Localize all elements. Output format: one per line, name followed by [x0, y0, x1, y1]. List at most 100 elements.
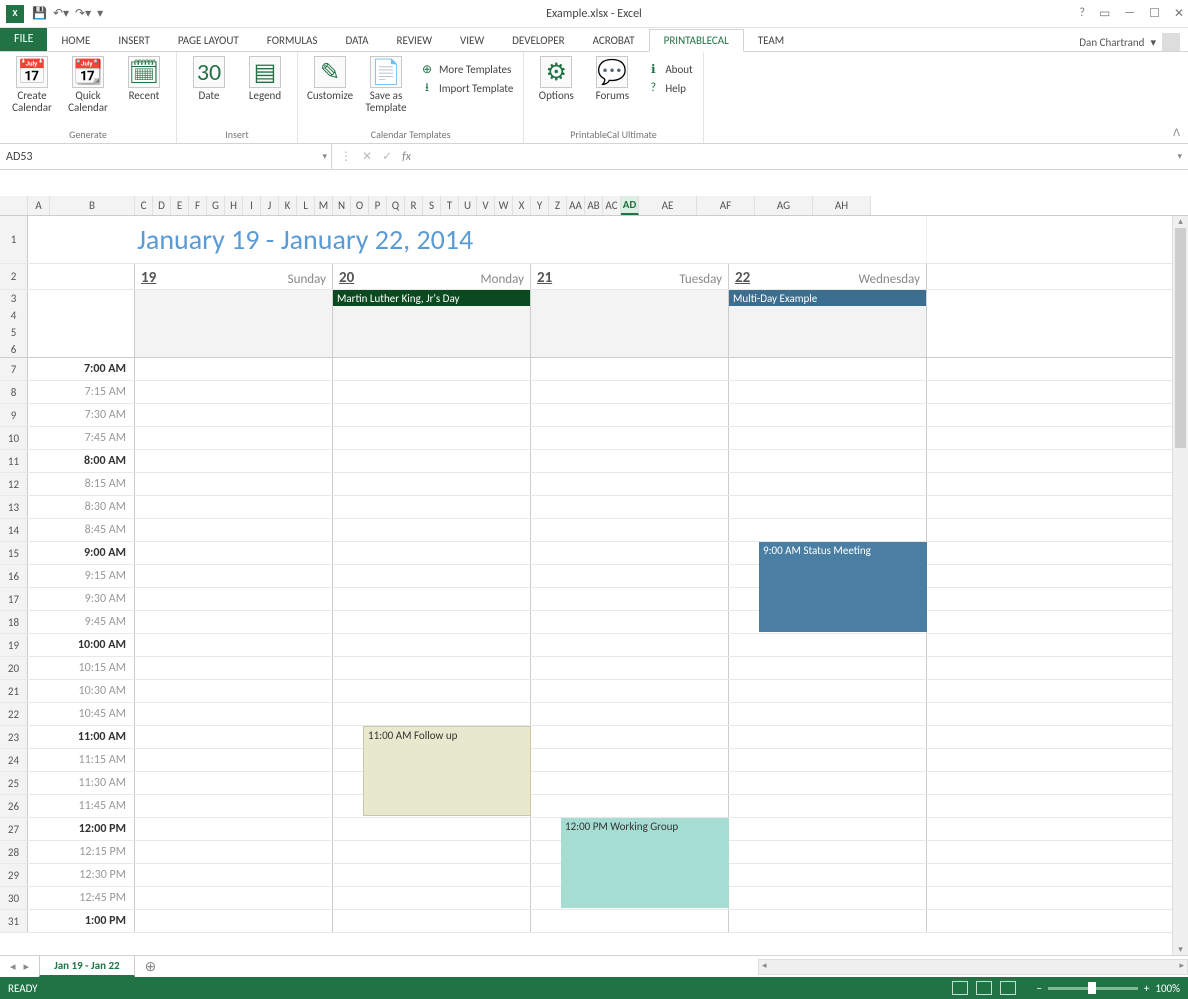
row-header[interactable]: 15 [0, 542, 28, 564]
time-cell[interactable] [729, 358, 927, 380]
time-cell[interactable] [531, 496, 729, 518]
time-cell[interactable] [531, 519, 729, 541]
row-header[interactable]: 18 [0, 611, 28, 633]
account-user[interactable]: Dan Chartrand ▾ [1079, 33, 1188, 51]
row-header[interactable]: 14 [0, 519, 28, 541]
time-cell[interactable] [729, 680, 927, 702]
confirm-icon[interactable]: ✓ [382, 149, 392, 164]
allday-cell[interactable] [729, 341, 927, 357]
zoom-in-icon[interactable]: + [1144, 982, 1149, 995]
allday-cell[interactable]: Martin Luther King, Jr's Day [333, 290, 531, 307]
time-cell[interactable] [135, 887, 333, 909]
time-cell[interactable] [333, 634, 531, 656]
scroll-right-icon[interactable]: ▸ [1176, 960, 1187, 971]
calendar-event[interactable]: 12:00 PM Working Group [561, 818, 729, 908]
page-layout-view-icon[interactable] [976, 981, 992, 995]
time-cell[interactable] [333, 680, 531, 702]
col-header-I[interactable]: I [243, 196, 261, 215]
row-header[interactable]: 7 [0, 358, 28, 380]
col-header-AH[interactable]: AH [813, 196, 871, 215]
time-cell[interactable] [333, 450, 531, 472]
time-cell[interactable] [135, 588, 333, 610]
time-cell[interactable] [135, 772, 333, 794]
time-cell[interactable] [135, 841, 333, 863]
time-cell[interactable] [333, 611, 531, 633]
qat-customize-icon[interactable]: ▾ [97, 6, 103, 21]
allday-cell[interactable] [729, 307, 927, 324]
time-cell[interactable] [729, 772, 927, 794]
col-header-U[interactable]: U [459, 196, 477, 215]
time-cell[interactable] [729, 450, 927, 472]
col-header-AC[interactable]: AC [603, 196, 621, 215]
import-template-button[interactable]: ⭳Import Template [416, 79, 517, 97]
time-cell[interactable] [135, 795, 333, 817]
col-header-AE[interactable]: AE [639, 196, 697, 215]
row-header[interactable]: 2 [0, 264, 28, 289]
tab-team[interactable]: TEAM [744, 30, 798, 51]
row-header[interactable]: 3 [0, 290, 28, 307]
col-header-K[interactable]: K [279, 196, 297, 215]
row-header[interactable]: 16 [0, 565, 28, 587]
close-icon[interactable]: ✕ [1174, 6, 1184, 21]
row-header[interactable]: 23 [0, 726, 28, 748]
time-cell[interactable] [135, 634, 333, 656]
allday-cell[interactable] [531, 341, 729, 357]
col-header-F[interactable]: F [189, 196, 207, 215]
time-cell[interactable] [531, 749, 729, 771]
time-cell[interactable] [531, 910, 729, 932]
time-cell[interactable] [135, 864, 333, 886]
col-header-J[interactable]: J [261, 196, 279, 215]
time-cell[interactable] [135, 450, 333, 472]
allday-cell[interactable] [531, 290, 729, 307]
col-header-T[interactable]: T [441, 196, 459, 215]
allday-event[interactable]: Multi-Day Example [729, 290, 926, 306]
row-header[interactable]: 31 [0, 910, 28, 932]
col-header-AA[interactable]: AA [567, 196, 585, 215]
time-cell[interactable] [729, 703, 927, 725]
about-button[interactable]: ℹAbout [642, 60, 696, 78]
time-cell[interactable] [729, 841, 927, 863]
time-cell[interactable] [729, 657, 927, 679]
time-cell[interactable] [531, 381, 729, 403]
time-cell[interactable] [729, 795, 927, 817]
time-cell[interactable] [135, 703, 333, 725]
time-cell[interactable] [135, 657, 333, 679]
col-header-H[interactable]: H [225, 196, 243, 215]
row-header[interactable]: 21 [0, 680, 28, 702]
time-cell[interactable] [729, 749, 927, 771]
time-cell[interactable] [531, 450, 729, 472]
row-header[interactable]: 17 [0, 588, 28, 610]
time-cell[interactable] [333, 496, 531, 518]
quick-calendar-button[interactable]: 📆 Quick Calendar [62, 54, 114, 116]
vertical-scrollbar[interactable]: ▴ ▾ [1172, 216, 1188, 955]
tab-acrobat[interactable]: ACROBAT [579, 30, 649, 51]
row-header[interactable]: 13 [0, 496, 28, 518]
allday-cell[interactable] [135, 324, 333, 341]
time-cell[interactable] [135, 542, 333, 564]
time-cell[interactable] [729, 910, 927, 932]
row-header[interactable]: 10 [0, 427, 28, 449]
time-cell[interactable] [729, 818, 927, 840]
col-header-AB[interactable]: AB [585, 196, 603, 215]
col-header-D[interactable]: D [153, 196, 171, 215]
time-cell[interactable] [135, 910, 333, 932]
time-cell[interactable] [729, 634, 927, 656]
expand-formula-icon[interactable]: ▾ [1177, 151, 1188, 162]
ribbon-display-icon[interactable]: ▭ [1099, 6, 1110, 21]
col-header-AD[interactable]: AD [621, 196, 639, 215]
save-icon[interactable]: 💾 [32, 6, 47, 21]
allday-cell[interactable] [531, 307, 729, 324]
time-cell[interactable] [531, 542, 729, 564]
col-header-Z[interactable]: Z [549, 196, 567, 215]
time-cell[interactable] [531, 565, 729, 587]
time-cell[interactable] [135, 565, 333, 587]
time-cell[interactable] [531, 427, 729, 449]
forums-button[interactable]: 💬 Forums [586, 54, 638, 104]
col-header-L[interactable]: L [297, 196, 315, 215]
time-cell[interactable] [729, 887, 927, 909]
time-cell[interactable] [531, 680, 729, 702]
time-cell[interactable] [729, 381, 927, 403]
allday-cell[interactable] [333, 307, 531, 324]
col-header-C[interactable]: C [135, 196, 153, 215]
more-templates-button[interactable]: ⊕More Templates [416, 60, 517, 78]
